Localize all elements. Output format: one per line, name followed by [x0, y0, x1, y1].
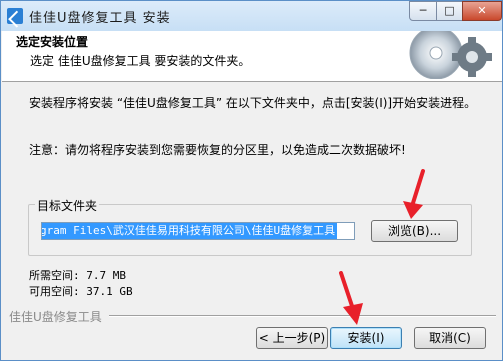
install-button[interactable]: 安装(I): [330, 327, 402, 349]
install-path-input[interactable]: gram Files\武汉佳佳易用科技有限公司\佳佳U盘修复工具: [41, 222, 355, 240]
installer-window: 佳佳U盘修复工具 安装 ─ □ ✕ 选定安装位置 选定 佳佳U盘修复工具 要安装…: [0, 0, 503, 361]
page-subtitle: 选定 佳佳U盘修复工具 要安装的文件夹。: [30, 54, 251, 68]
install-info-text: 安装程序将安装 “佳佳U盘修复工具” 在以下文件夹中，点击[安装(I)]开始安装…: [29, 96, 477, 110]
installer-app-icon: [7, 8, 23, 24]
title-bar[interactable]: 佳佳U盘修复工具 安装 ─ □ ✕: [1, 1, 502, 31]
browse-button[interactable]: 浏览(B)...: [371, 220, 458, 242]
maximize-button[interactable]: □: [436, 1, 463, 21]
minimize-button[interactable]: ─: [409, 1, 437, 21]
cancel-button[interactable]: 取消(C): [414, 327, 486, 349]
required-space: 所需空间: 7.7 MB: [29, 269, 126, 282]
annotation-arrow: [339, 271, 363, 325]
target-folder-label: 目标文件夹: [35, 197, 100, 214]
cd-gear-art: [409, 31, 492, 79]
page-header: 选定安装位置 选定 佳佳U盘修复工具 要安装的文件夹。: [2, 31, 502, 82]
window-title: 佳佳U盘修复工具 安装: [29, 11, 171, 26]
available-space: 可用空间: 37.1 GB: [29, 285, 133, 298]
brand-label: 佳佳U盘修复工具: [9, 310, 102, 324]
footer-divider: [109, 315, 496, 317]
back-button[interactable]: < 上一步(P): [256, 327, 328, 349]
page-title: 选定安装位置: [16, 35, 89, 49]
warning-text: 注意：请勿将程序安装到您需要恢复的分区里，以免造成二次数据破坏!: [29, 143, 406, 157]
close-button[interactable]: ✕: [462, 1, 502, 21]
install-path-value: gram Files\武汉佳佳易用科技有限公司\佳佳U盘修复工具: [41, 223, 338, 239]
